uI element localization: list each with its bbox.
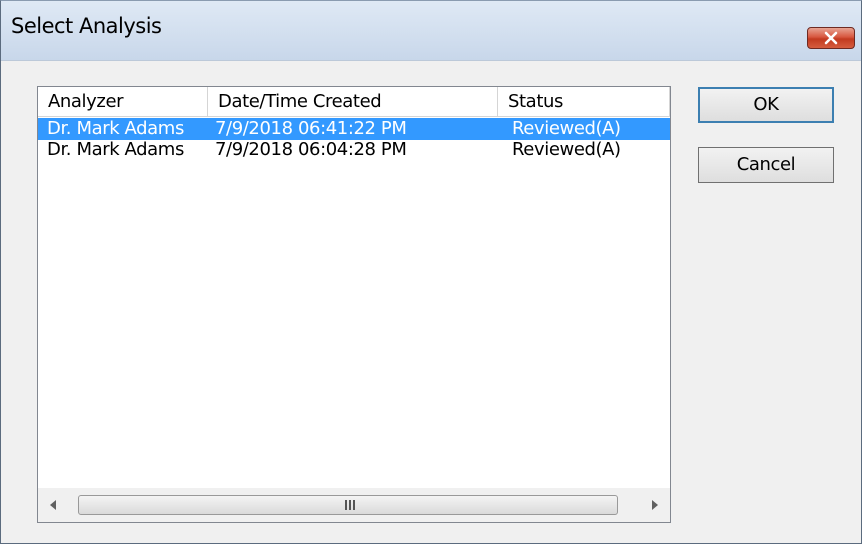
cell-status: Reviewed(A): [512, 139, 621, 160]
close-icon: [824, 31, 838, 45]
horizontal-scrollbar[interactable]: [38, 488, 670, 522]
cell-analyzer: Dr. Mark Adams: [47, 139, 184, 160]
cancel-button[interactable]: Cancel: [698, 147, 834, 183]
cell-status: Reviewed(A): [512, 118, 621, 139]
column-header-status[interactable]: Status: [498, 87, 670, 116]
analysis-list[interactable]: Analyzer Date/Time Created Status Dr. Ma…: [37, 86, 671, 523]
ok-button[interactable]: OK: [698, 87, 834, 123]
list-row[interactable]: Dr. Mark Adams 7/9/2018 06:41:22 PM Review…: [38, 118, 670, 140]
window-title: Select Analysis: [11, 14, 162, 38]
scroll-right-button[interactable]: [640, 488, 670, 522]
scroll-left-arrow-icon: [50, 500, 56, 510]
list-row[interactable]: Dr. Mark Adams 7/9/2018 06:04:28 PM Review…: [38, 139, 670, 161]
column-header-analyzer[interactable]: Analyzer: [38, 87, 208, 116]
cell-date-created: 7/9/2018 06:04:28 PM: [215, 139, 407, 160]
scrollbar-thumb[interactable]: [78, 495, 618, 515]
cell-date-created: 7/9/2018 06:41:22 PM: [215, 118, 407, 139]
column-header-date-created[interactable]: Date/Time Created: [208, 87, 498, 116]
close-button[interactable]: [807, 27, 855, 49]
scroll-left-button[interactable]: [38, 488, 68, 522]
dialog-client-area: Analyzer Date/Time Created Status Dr. Ma…: [1, 61, 861, 543]
dialog-window: Select Analysis Analyzer Date/Time Creat…: [0, 0, 862, 544]
title-bar: Select Analysis: [1, 1, 861, 61]
scroll-right-arrow-icon: [652, 500, 658, 510]
list-header: Analyzer Date/Time Created Status: [38, 87, 670, 117]
grip-icon: [345, 500, 355, 510]
cell-analyzer: Dr. Mark Adams: [47, 118, 184, 139]
